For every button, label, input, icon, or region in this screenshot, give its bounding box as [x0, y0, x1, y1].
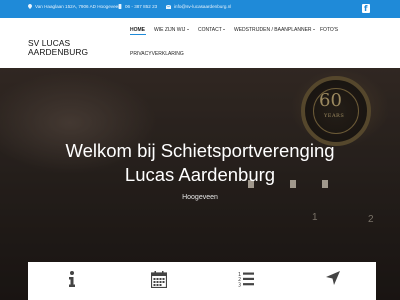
- hero-subtitle: Hoogeveen: [182, 194, 218, 201]
- site-logo[interactable]: SV LUCAS AARDENBURG: [28, 39, 88, 57]
- phone-icon: [118, 4, 122, 9]
- hero-title-line-1: Welkom bij Schietsportverenging: [65, 140, 335, 161]
- nav-competitions[interactable]: WEDSTRIJDEN / BAANPLANNER: [234, 27, 316, 33]
- email-info[interactable]: info@sv-lucasaardenburg.nl: [166, 4, 231, 9]
- info-icon: [68, 271, 75, 287]
- chevron-down-icon: [313, 29, 316, 31]
- top-contact-bar: Van Haaglaan 152A, 7906 AD Hoogeveen 06 …: [0, 0, 400, 18]
- active-nav-indicator: [130, 34, 146, 35]
- phone-info[interactable]: 06 - 387 852 23: [118, 4, 157, 9]
- feature-box-ranking[interactable]: 1 2 3: [202, 262, 289, 300]
- facebook-icon[interactable]: f: [362, 4, 370, 13]
- feature-box-info[interactable]: [28, 262, 115, 300]
- chevron-down-icon: [223, 29, 226, 31]
- numbered-list-icon: 1 2 3: [238, 272, 254, 288]
- chevron-down-icon: [186, 29, 189, 31]
- nav-photos[interactable]: FOTO'S: [320, 27, 338, 33]
- nav-contact[interactable]: CONTACT: [198, 27, 226, 33]
- address-info: Van Haaglaan 152A, 7906 AD Hoogeveen: [28, 4, 121, 9]
- nav-about[interactable]: WIE ZIJN WIJ: [154, 27, 189, 33]
- site-header: SV LUCAS AARDENBURG HOME WIE ZIJN WIJ CO…: [0, 18, 400, 68]
- map-pin-icon: [28, 4, 32, 9]
- hero-title-line-2: Lucas Aardenburg: [124, 164, 276, 185]
- nav-home[interactable]: HOME: [130, 27, 145, 33]
- address-text: Van Haaglaan 152A, 7906 AD Hoogeveen: [35, 4, 121, 9]
- phone-text[interactable]: 06 - 387 852 23: [125, 4, 157, 9]
- feature-boxes: 1 2 3: [28, 262, 376, 300]
- feature-box-calendar[interactable]: [115, 262, 202, 300]
- navigation-arrow-icon: [325, 271, 340, 285]
- email-text[interactable]: info@sv-lucasaardenburg.nl: [174, 4, 231, 9]
- brand-line-2: AARDENBURG: [28, 47, 89, 57]
- feature-box-route[interactable]: [289, 262, 376, 300]
- envelope-icon: [166, 4, 171, 9]
- nav-privacy[interactable]: PRIVACYVERKLARING: [130, 51, 184, 57]
- calendar-icon: [150, 271, 167, 288]
- svg-text:3: 3: [238, 283, 241, 288]
